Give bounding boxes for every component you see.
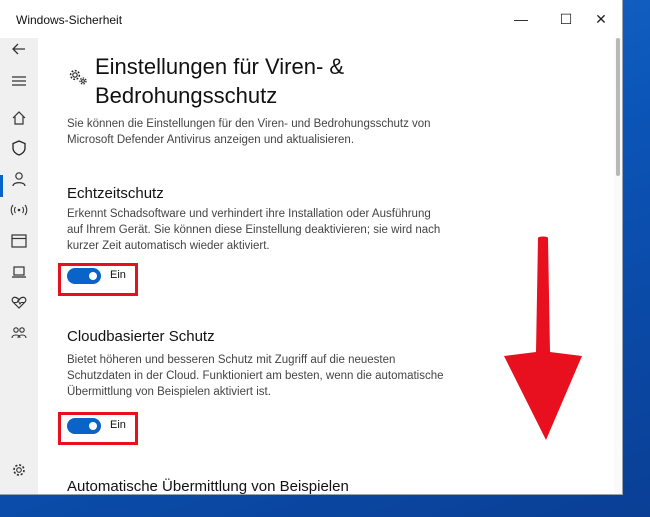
wireless-icon[interactable] bbox=[8, 199, 30, 221]
gear-icon[interactable] bbox=[8, 459, 30, 481]
red-highlight-box bbox=[58, 412, 138, 445]
settings-gears-icon bbox=[66, 65, 90, 89]
section-heading-sample-submission: Automatische Übermittlung von Beispielen bbox=[67, 478, 349, 494]
back-arrow-icon[interactable] bbox=[8, 38, 30, 60]
scrollbar-thumb[interactable] bbox=[616, 38, 620, 176]
red-down-arrow bbox=[504, 236, 582, 440]
window-title: Windows-Sicherheit bbox=[16, 13, 123, 27]
laptop-icon[interactable] bbox=[8, 261, 30, 283]
page-title-line2: Bedrohungsschutz bbox=[95, 83, 278, 108]
shield-icon[interactable] bbox=[8, 137, 30, 159]
sidebar bbox=[0, 38, 38, 494]
section-heading-realtime: Echtzeitschutz bbox=[67, 185, 164, 202]
red-highlight-box bbox=[58, 263, 138, 296]
section-description-cloud: Bietet höheren und besseren Schutz mit Z… bbox=[67, 354, 444, 398]
section-description-realtime: Erkennt Schadsoftware und verhindert ihr… bbox=[67, 208, 441, 252]
app-browser-icon[interactable] bbox=[8, 230, 30, 252]
maximize-button[interactable]: ☐ bbox=[551, 8, 581, 30]
minimize-button[interactable]: — bbox=[506, 8, 536, 30]
close-button[interactable]: ✕ bbox=[586, 8, 616, 30]
scrollbar[interactable] bbox=[614, 38, 622, 494]
page-title: Einstellungen für Viren- & Bedrohungssch… bbox=[95, 52, 495, 110]
section-heading-cloud: Cloudbasierter Schutz bbox=[67, 328, 215, 345]
person-icon[interactable] bbox=[8, 168, 30, 190]
intro-text: Sie können die Einstellungen für den Vir… bbox=[67, 118, 431, 146]
family-icon[interactable] bbox=[8, 322, 30, 344]
title-bar: Windows-Sicherheit — ☐ ✕ bbox=[0, 0, 622, 38]
active-indicator bbox=[0, 175, 3, 197]
page-title-line1: Einstellungen für Viren- & bbox=[95, 54, 345, 79]
heart-icon[interactable] bbox=[8, 291, 30, 313]
hamburger-menu-icon[interactable] bbox=[8, 70, 30, 92]
home-icon[interactable] bbox=[8, 107, 30, 129]
